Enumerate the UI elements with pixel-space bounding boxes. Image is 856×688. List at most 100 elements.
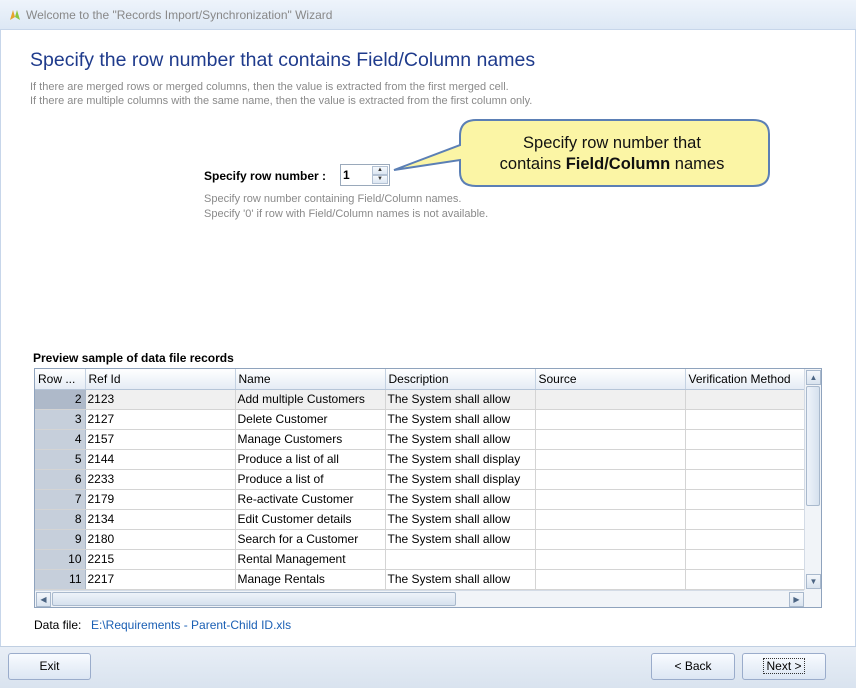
callout-line2-bold: Field/Column [565,155,671,173]
table-row[interactable]: 11 2217 Manage Rentals The System shall all… [35,569,806,590]
cell-verification-method[interactable] [685,489,806,510]
table-row[interactable]: 9 2180 Search for a Customer The System sha… [35,529,806,550]
cell-ref-id[interactable]: 2144 [85,449,236,470]
column-header-description[interactable]: Description [385,369,536,390]
spin-down-button[interactable]: ▼ [372,175,388,184]
cell-verification-method[interactable] [685,549,806,570]
cell-verification-method[interactable] [685,529,806,550]
cell-ref-id[interactable]: 2233 [85,469,236,490]
cell-row-num[interactable]: 4 [35,429,86,450]
cell-description[interactable]: The System shall allow [385,429,536,450]
preview-grid[interactable]: Row ... Ref Id Name Description Source V… [34,368,822,608]
cell-row-num[interactable]: 8 [35,509,86,530]
cell-verification-method[interactable] [685,469,806,490]
horizontal-scrollbar[interactable]: ◀ ▶ [35,590,805,607]
cell-verification-method[interactable] [685,509,806,530]
chevron-right-icon[interactable]: ▶ [789,592,804,607]
row-number-spinner[interactable]: ▲ ▼ [340,164,390,186]
cell-ref-id[interactable]: 2215 [85,549,236,570]
callout-text: Specify row number that contains Field/C… [470,133,754,175]
table-row[interactable]: 4 2157 Manage Customers The System shall al… [35,429,806,450]
table-row[interactable]: 6 2233 Produce a list of The System shall d… [35,469,806,490]
cell-source[interactable] [535,449,686,470]
cell-source[interactable] [535,549,686,570]
cell-name[interactable]: Edit Customer details [235,509,386,530]
cell-source[interactable] [535,429,686,450]
data-file-path: E:\Requirements - Parent-Child ID.xls [91,618,292,632]
table-row[interactable]: 2 2123 Add multiple Customers The System sh… [35,389,806,410]
vertical-scrollbar[interactable]: ▲ ▼ [804,369,821,590]
cell-row-num[interactable]: 10 [35,549,86,570]
scroll-corner [804,590,821,607]
vertical-scroll-thumb[interactable] [806,386,820,506]
cell-source[interactable] [535,489,686,510]
cell-row-num[interactable]: 9 [35,529,86,550]
table-row[interactable]: 10 2215 Rental Management [35,549,806,570]
spin-up-button[interactable]: ▲ [372,166,388,175]
cell-verification-method[interactable] [685,449,806,470]
table-row[interactable]: 7 2179 Re-activate Customer The System shal… [35,489,806,510]
cell-source[interactable] [535,569,686,590]
cell-source[interactable] [535,409,686,430]
table-row[interactable]: 5 2144 Produce a list of all The System sha… [35,449,806,470]
cell-description[interactable]: The System shall allow [385,509,536,530]
cell-row-num[interactable]: 7 [35,489,86,510]
cell-row-num[interactable]: 6 [35,469,86,490]
cell-name[interactable]: Produce a list of [235,469,386,490]
footer-bar: Exit < Back Next > [0,646,856,688]
column-header-source[interactable]: Source [535,369,686,390]
cell-source[interactable] [535,469,686,490]
cell-ref-id[interactable]: 2217 [85,569,236,590]
cell-row-num[interactable]: 11 [35,569,86,590]
data-file-label: Data file: [34,618,82,632]
cell-name[interactable]: Rental Management [235,549,386,570]
cell-name[interactable]: Manage Customers [235,429,386,450]
cell-source[interactable] [535,389,686,410]
cell-description[interactable]: The System shall display [385,449,536,470]
table-row[interactable]: 3 2127 Delete Customer The System shall all… [35,409,806,430]
back-button[interactable]: < Back [651,653,735,680]
cell-description[interactable]: The System shall allow [385,389,536,410]
row-number-input[interactable] [343,167,373,183]
horizontal-scroll-thumb[interactable] [52,592,456,606]
cell-description[interactable]: The System shall display [385,469,536,490]
cell-row-num[interactable]: 2 [35,389,86,410]
column-header-name[interactable]: Name [235,369,386,390]
column-header-verification-method[interactable]: Verification Method [685,369,806,390]
cell-verification-method[interactable] [685,409,806,430]
column-header-row-num[interactable]: Row ... [35,369,86,390]
table-row[interactable]: 8 2134 Edit Customer details The System sha… [35,509,806,530]
cell-verification-method[interactable] [685,429,806,450]
cell-source[interactable] [535,509,686,530]
chevron-left-icon[interactable]: ◀ [36,592,51,607]
cell-verification-method[interactable] [685,389,806,410]
cell-source[interactable] [535,529,686,550]
chevron-up-icon[interactable]: ▲ [806,370,821,385]
cell-description[interactable] [385,549,536,570]
cell-description[interactable]: The System shall allow [385,569,536,590]
chevron-down-icon[interactable]: ▼ [806,574,821,589]
exit-button[interactable]: Exit [8,653,91,680]
cell-description[interactable]: The System shall allow [385,529,536,550]
cell-name[interactable]: Add multiple Customers [235,389,386,410]
cell-description[interactable]: The System shall allow [385,409,536,430]
cell-ref-id[interactable]: 2179 [85,489,236,510]
cell-name[interactable]: Re-activate Customer [235,489,386,510]
cell-name[interactable]: Search for a Customer [235,529,386,550]
column-header-ref-id[interactable]: Ref Id [85,369,236,390]
cell-ref-id[interactable]: 2157 [85,429,236,450]
cell-ref-id[interactable]: 2123 [85,389,236,410]
cell-row-num[interactable]: 3 [35,409,86,430]
cell-verification-method[interactable] [685,569,806,590]
cell-ref-id[interactable]: 2127 [85,409,236,430]
cell-row-num[interactable]: 5 [35,449,86,470]
header-row: Row ... Ref Id Name Description Source V… [35,369,806,390]
cell-name[interactable]: Manage Rentals [235,569,386,590]
cell-description[interactable]: The System shall allow [385,489,536,510]
next-button[interactable]: Next > [742,653,826,680]
cell-name[interactable]: Produce a list of all [235,449,386,470]
cell-name[interactable]: Delete Customer [235,409,386,430]
cell-ref-id[interactable]: 2134 [85,509,236,530]
preview-label: Preview sample of data file records [33,351,234,365]
cell-ref-id[interactable]: 2180 [85,529,236,550]
